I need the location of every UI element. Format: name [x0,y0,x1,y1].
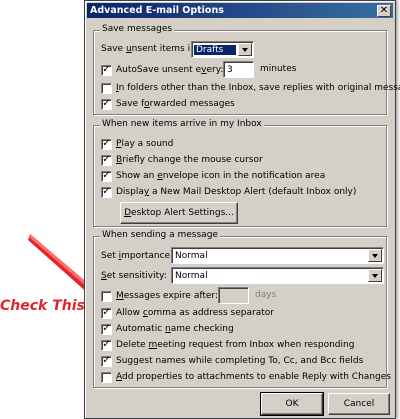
add-properties-label: Add properties to attachments to enable … [116,372,391,382]
add-properties-checkbox[interactable] [101,371,112,383]
name-checking-label: Automatic name checking [116,324,234,334]
expire-days-unit: days [255,290,277,300]
ok-button[interactable]: OK [260,392,324,416]
sending-group: When sending a message Set importance: N… [93,230,391,388]
play-sound-checkbox[interactable]: ✓ [101,138,112,150]
suggest-names-label: Suggest names while completing To, Cc, a… [116,356,364,366]
in-folders-label: In folders other than the Inbox, save re… [116,83,400,93]
desktop-alert-settings-button[interactable]: Desktop Alert Settings... [120,202,238,224]
chevron-down-icon[interactable] [368,249,382,262]
envelope-icon-checkbox[interactable]: ✓ [101,170,112,182]
save-forwarded-row[interactable]: ✓ Save forwarded messages [101,97,235,111]
comma-separator-row[interactable]: ✓ Allow comma as address separator [101,306,274,320]
name-checking-checkbox[interactable]: ✓ [101,323,112,335]
save-unsent-value: Drafts [194,44,236,55]
importance-value: Normal [175,250,208,261]
desktop-alert-label: Display a New Mail Desktop Alert (defaul… [116,187,357,197]
window-title: Advanced E-mail Options [90,5,224,16]
delete-meeting-row[interactable]: ✓ Delete meeting request from Inbox when… [101,338,354,352]
sending-legend: When sending a message [100,230,220,240]
autosave-minutes-input[interactable]: 3 [223,61,254,78]
importance-label: Set importance: [101,251,174,261]
change-cursor-row[interactable]: ✓ Briefly change the mouse cursor [101,153,263,167]
delete-meeting-checkbox[interactable]: ✓ [101,339,112,351]
add-properties-row[interactable]: Add properties to attachments to enable … [101,370,391,384]
play-sound-row[interactable]: ✓ Play a sound [101,137,173,151]
sensitivity-label: Set sensitivity: [101,271,167,281]
importance-dropdown[interactable]: Normal [171,247,384,264]
autosave-checkbox[interactable]: ✓ [101,64,112,76]
save-messages-legend: Save messages [100,24,175,34]
chevron-down-icon[interactable] [238,43,252,56]
title-bar: Advanced E-mail Options ✕ [87,3,393,18]
expire-row[interactable]: Messages expire after: [101,289,218,303]
save-unsent-location-dropdown[interactable]: Drafts [191,41,254,58]
save-messages-group: Save messages Save unsent items in: Draf… [93,24,400,115]
advanced-email-options-dialog: Advanced E-mail Options ✕ Save messages … [84,0,400,419]
new-items-legend: When new items arrive in my Inbox [100,119,264,129]
desktop-alert-checkbox[interactable]: ✓ [101,186,112,198]
save-forwarded-label: Save forwarded messages [116,99,235,109]
expire-label: Messages expire after: [116,291,218,301]
autosave-label: AutoSave unsent every: [116,65,224,75]
desktop-alert-row[interactable]: ✓ Display a New Mail Desktop Alert (defa… [101,185,356,199]
new-items-group: When new items arrive in my Inbox ✓ Play… [93,119,387,227]
autosave-minutes-unit: minutes [260,64,297,74]
name-checking-row[interactable]: ✓ Automatic name checking [101,322,234,336]
play-sound-label: Play a sound [116,139,174,149]
autosave-row[interactable]: ✓ AutoSave unsent every: [101,63,223,77]
sensitivity-dropdown[interactable]: Normal [171,267,384,284]
save-forwarded-checkbox[interactable]: ✓ [101,98,112,110]
envelope-icon-label: Show an envelope icon in the notificatio… [116,171,326,181]
comma-separator-checkbox[interactable]: ✓ [101,307,112,319]
comma-separator-label: Allow comma as address separator [116,308,274,318]
delete-meeting-label: Delete meeting request from Inbox when r… [116,340,355,350]
check-this-annotation: Check This [0,298,85,314]
close-icon[interactable]: ✕ [377,4,391,17]
save-unsent-label: Save unsent items in: [101,44,199,54]
in-folders-row[interactable]: In folders other than the Inbox, save re… [101,81,400,95]
in-folders-checkbox[interactable] [101,82,112,94]
sensitivity-value: Normal [175,270,208,281]
chevron-down-icon[interactable] [368,269,382,282]
cancel-button[interactable]: Cancel [328,393,390,415]
suggest-names-row[interactable]: ✓ Suggest names while completing To, Cc,… [101,354,363,368]
change-cursor-label: Briefly change the mouse cursor [116,155,263,165]
expire-checkbox[interactable] [101,290,112,302]
change-cursor-checkbox[interactable]: ✓ [101,154,112,166]
envelope-icon-row[interactable]: ✓ Show an envelope icon in the notificat… [101,169,325,183]
suggest-names-checkbox[interactable]: ✓ [101,355,112,367]
expire-days-input[interactable] [218,287,249,304]
